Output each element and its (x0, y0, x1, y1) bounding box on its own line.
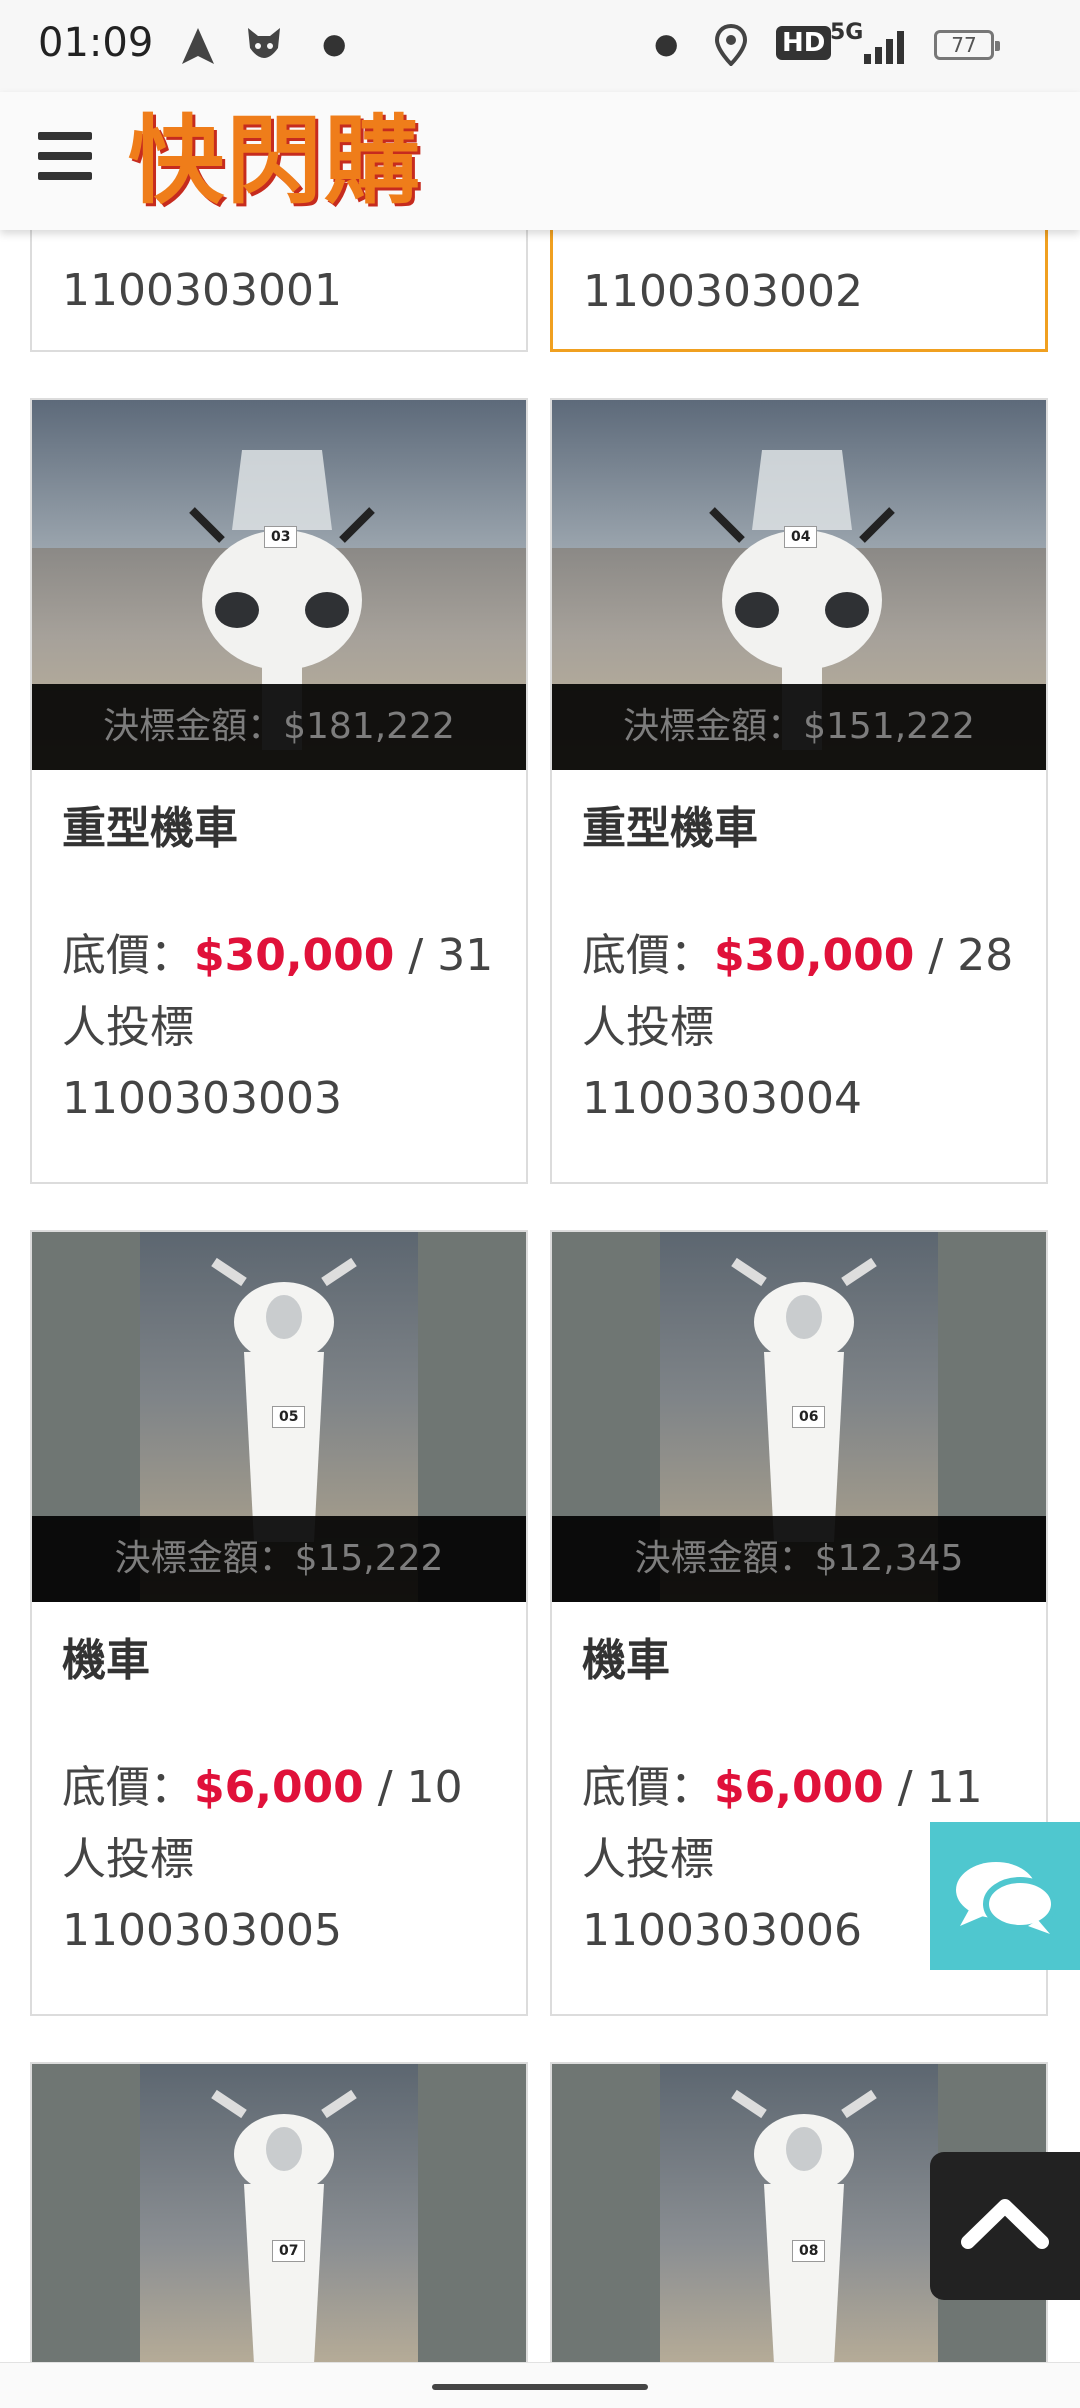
location-icon (714, 24, 748, 66)
base-price-value: $30,000 (194, 930, 395, 981)
navigation-icon (182, 28, 214, 64)
product-title: 重型機車 (62, 803, 238, 854)
product-photo[interactable]: 03 決標金額：$181,222 (32, 400, 526, 770)
lot-tag: 08 (792, 2240, 826, 2262)
app-notification-icon (248, 28, 280, 58)
scooter-image (211, 2089, 357, 2362)
dot-icon: ● (322, 27, 347, 60)
final-price-strip: 決標金額：$151,222 (552, 684, 1046, 770)
bidder-count: / 10 (363, 1762, 463, 1813)
dot-icon: ● (654, 27, 679, 60)
hamburger-icon[interactable] (38, 132, 92, 180)
product-card[interactable]: 07 (30, 2062, 528, 2362)
lot-tag: 04 (784, 526, 818, 548)
base-price-value: $6,000 (194, 1762, 364, 1813)
product-title: 機車 (62, 1635, 150, 1686)
scooter-image (211, 1257, 357, 1542)
base-price-line: 底價：$30,000 / 31 (32, 920, 526, 992)
base-price-label: 底價： (582, 930, 714, 981)
base-price-value: $6,000 (714, 1762, 884, 1813)
scroll-top-button[interactable] (930, 2152, 1080, 2300)
scooter-image (731, 1257, 877, 1542)
base-price-line: 底價：$30,000 / 28 (552, 920, 1046, 992)
product-card[interactable]: 05 決標金額：$15,222 機車 底價：$6,000 / 10 人投標 11… (30, 1230, 528, 2016)
network-type: 5G (830, 20, 864, 45)
lot-tag: 07 (272, 2240, 306, 2262)
signal-icon (864, 31, 904, 64)
hd-badge: HD (776, 26, 832, 60)
site-logo[interactable]: 快閃購 (128, 106, 422, 216)
product-title: 重型機車 (582, 803, 758, 854)
gesture-pill[interactable] (432, 2384, 648, 2390)
final-price-strip: 決標金額：$12,345 (552, 1516, 1046, 1602)
bidders-label: 人投標 (62, 1834, 194, 1885)
product-photo[interactable]: 04 決標金額：$151,222 (552, 400, 1046, 770)
product-card[interactable]: 04 決標金額：$151,222 重型機車 底價：$30,000 / 28 人投… (550, 398, 1048, 1184)
base-price-line: 底價：$6,000 / 11 (552, 1752, 1046, 1824)
base-price-label: 底價： (62, 1762, 194, 1813)
lot-tag: 03 (264, 526, 298, 548)
chat-icon (956, 1862, 1057, 1934)
bidders-label: 人投標 (62, 1002, 194, 1053)
product-code: 1100303003 (62, 1073, 342, 1124)
base-price-label: 底價： (62, 930, 194, 981)
lot-tag: 06 (792, 1406, 826, 1428)
status-time: 01:09 (38, 20, 154, 66)
bidder-count: / 28 (914, 930, 1014, 981)
app-header: 快閃購 (0, 92, 1080, 230)
bidder-count: / 11 (883, 1762, 983, 1813)
base-price-line: 底價：$6,000 / 10 (32, 1752, 526, 1824)
bidders-label: 人投標 (582, 1002, 714, 1053)
final-price-strip: 決標金額：$181,222 (32, 684, 526, 770)
product-photo[interactable]: 05 決標金額：$15,222 (32, 1232, 526, 1602)
product-card[interactable]: 03 決標金額：$181,222 重型機車 底價：$30,000 / 31 人投… (30, 398, 528, 1184)
base-price-label: 底價： (582, 1762, 714, 1813)
product-photo[interactable]: 07 (32, 2064, 526, 2362)
product-code: 1100303005 (62, 1905, 342, 1956)
status-bar: 01:09 ● ● HD 5G 77 (0, 0, 1080, 92)
product-title: 機車 (582, 1635, 670, 1686)
bidder-count: / 31 (394, 930, 494, 981)
lot-tag: 05 (272, 1406, 306, 1428)
product-code: 1100303004 (582, 1073, 862, 1124)
product-photo[interactable]: 06 決標金額：$12,345 (552, 1232, 1046, 1602)
scooter-image (731, 2089, 877, 2362)
base-price-value: $30,000 (714, 930, 915, 981)
chevron-up-icon (961, 2199, 1049, 2249)
final-price-strip: 決標金額：$15,222 (32, 1516, 526, 1602)
chat-button[interactable] (930, 1822, 1080, 1970)
battery-icon: 77 (934, 30, 1000, 60)
